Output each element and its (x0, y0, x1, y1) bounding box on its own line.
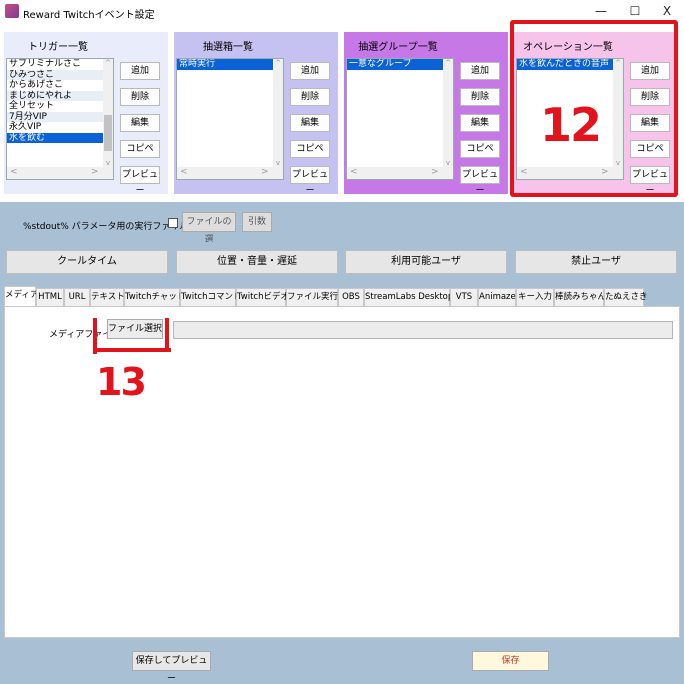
list-item[interactable]: からあげさこ (7, 80, 105, 91)
scroll-right-icon[interactable]: > (261, 167, 269, 177)
lottery-box-delete-button[interactable]: 削除 (290, 88, 330, 106)
close-button[interactable]: X (652, 2, 682, 20)
scroll-left-icon[interactable]: < (10, 167, 18, 177)
minimize-button[interactable]: — (586, 2, 616, 20)
horizontal-scrollbar[interactable]: < > (7, 167, 113, 179)
stdout-args-button[interactable]: 引数 (242, 212, 272, 232)
scroll-down-icon[interactable]: v (103, 159, 113, 167)
media-tab-page: メディアファイル ファイル選択 (4, 306, 680, 638)
lottery-box-edit-button[interactable]: 編集 (290, 114, 330, 132)
tab-6[interactable]: Twitchビデオ (236, 288, 289, 306)
tab-5[interactable]: Twitchコマンド (180, 288, 242, 306)
save-button[interactable]: 保存 (472, 651, 549, 671)
lottery-group-preview-button[interactable]: プレビュー (460, 166, 500, 196)
tab-1[interactable]: HTML (36, 288, 64, 306)
stdout-row: %stdout% パラメータ用の実行ファイルを使う ファイルの選 引数 (0, 202, 684, 245)
lottery-group-delete-button[interactable]: 削除 (460, 88, 500, 106)
lottery-box-copy-button[interactable]: コピペ (290, 140, 330, 158)
lottery-box-panel: 抽選箱一覧 常時実行 ^ v < > 追加 削除 編集 コピペ プレビュー (174, 32, 338, 196)
lottery-group-listbox[interactable]: 一意なグループ ^ v < > (346, 58, 454, 180)
cooltime-button[interactable]: クールタイム (6, 250, 168, 274)
tab-13[interactable]: 棒読みちゃん (554, 288, 606, 306)
scroll-left-icon[interactable]: < (350, 167, 358, 177)
position-volume-delay-button[interactable]: 位置・音量・遅延 (176, 250, 338, 274)
tab-10[interactable]: VTS (450, 288, 478, 306)
save-and-preview-button[interactable]: 保存してプレビュー (132, 651, 211, 684)
tab-14[interactable]: たぬえさき (604, 288, 648, 306)
tab-2[interactable]: URL (64, 288, 90, 306)
lottery-box-add-button[interactable]: 追加 (290, 62, 330, 80)
scroll-up-icon[interactable]: ^ (103, 59, 113, 67)
lottery-box-preview-button[interactable]: プレビュー (290, 166, 330, 196)
tab-4[interactable]: Twitchチャット (124, 288, 185, 306)
lottery-group-add-button[interactable]: 追加 (460, 62, 500, 80)
tab-11[interactable]: Animaze (478, 288, 516, 306)
scroll-right-icon[interactable]: > (431, 167, 439, 177)
lottery-group-copy-button[interactable]: コピペ (460, 140, 500, 158)
maximize-button[interactable]: ☐ (620, 2, 650, 20)
trigger-add-button[interactable]: 追加 (120, 62, 160, 80)
allowed-users-button[interactable]: 利用可能ユーザ (345, 250, 507, 274)
scroll-down-icon[interactable]: v (273, 159, 283, 167)
media-file-select-button[interactable]: ファイル選択 (107, 319, 163, 339)
lottery-box-panel-title: 抽選箱一覧 (203, 42, 253, 53)
tab-12[interactable]: キー入力 (516, 288, 554, 306)
list-item[interactable]: サブリミナルさこ (7, 59, 105, 70)
scroll-up-icon[interactable]: ^ (443, 59, 453, 67)
annotation-underline-right (165, 318, 169, 350)
scroll-up-icon[interactable]: ^ (273, 59, 283, 67)
scroll-thumb[interactable] (104, 115, 112, 151)
window-title: Reward Twitchイベント設定 (23, 10, 155, 21)
stdout-file-button[interactable]: ファイルの選 (182, 212, 236, 245)
scroll-down-icon[interactable]: v (443, 159, 453, 167)
trigger-panel-title: トリガー一覧 (28, 42, 88, 53)
banned-users-button[interactable]: 禁止ユーザ (515, 250, 677, 274)
trigger-preview-button[interactable]: プレビュー (120, 166, 160, 196)
vertical-scrollbar[interactable]: ^ v (443, 59, 453, 167)
scroll-right-icon[interactable]: > (91, 167, 99, 177)
trigger-delete-button[interactable]: 削除 (120, 88, 160, 106)
trigger-listbox[interactable]: サブリミナルさこ ひみつさこ からあげさこ まじめにやれよ 全リセット 7月分VIP 永久V… (6, 58, 114, 180)
tab-9[interactable]: StreamLabs Desktop (364, 288, 453, 306)
trigger-copy-button[interactable]: コピペ (120, 140, 160, 158)
list-item[interactable]: まじめにやれよ (7, 90, 105, 101)
list-item[interactable]: 水を飲む (7, 132, 105, 143)
annotation-label-12: 12 (540, 98, 602, 152)
tab-8[interactable]: OBS (338, 288, 364, 306)
stdout-checkbox[interactable] (168, 218, 178, 228)
list-item[interactable]: 一意なグループ (347, 59, 445, 70)
app-icon (5, 4, 19, 18)
list-item[interactable]: 全リセット (7, 101, 105, 112)
lottery-box-listbox[interactable]: 常時実行 ^ v < > (176, 58, 284, 180)
lottery-group-panel: 抽選グループ一覧 一意なグループ ^ v < > 追加 削除 編集 コピペ プレビュー (344, 32, 508, 196)
vertical-scrollbar[interactable]: ^ v (103, 59, 113, 167)
lottery-group-edit-button[interactable]: 編集 (460, 114, 500, 132)
list-item[interactable]: ひみつさこ (7, 69, 105, 80)
horizontal-scrollbar[interactable]: < > (177, 167, 283, 179)
lottery-group-panel-title: 抽選グループ一覧 (358, 42, 438, 53)
settings-area: クールタイム 位置・音量・遅延 利用可能ユーザ 禁止ユーザ メディア HTML UR… (0, 242, 684, 684)
trigger-edit-button[interactable]: 編集 (120, 114, 160, 132)
annotation-label-13: 13 (96, 360, 147, 404)
tab-3[interactable]: テキスト (90, 288, 125, 306)
scroll-left-icon[interactable]: < (180, 167, 188, 177)
annotation-underline (93, 348, 171, 352)
horizontal-scrollbar[interactable]: < > (347, 167, 453, 179)
list-item[interactable]: 常時実行 (177, 59, 275, 70)
list-item[interactable]: 7月分VIP (7, 111, 105, 122)
vertical-scrollbar[interactable]: ^ v (273, 59, 283, 167)
media-file-path-field[interactable] (173, 321, 673, 339)
tab-0[interactable]: メディア (4, 286, 38, 307)
tab-7[interactable]: ファイル実行 (286, 288, 338, 306)
trigger-panel: トリガー一覧サブリミナルさこ ひみつさこ からあげさこ まじめにやれよ 全リセット 7月分… (4, 32, 168, 196)
list-item[interactable]: 永久VIP (7, 122, 105, 133)
